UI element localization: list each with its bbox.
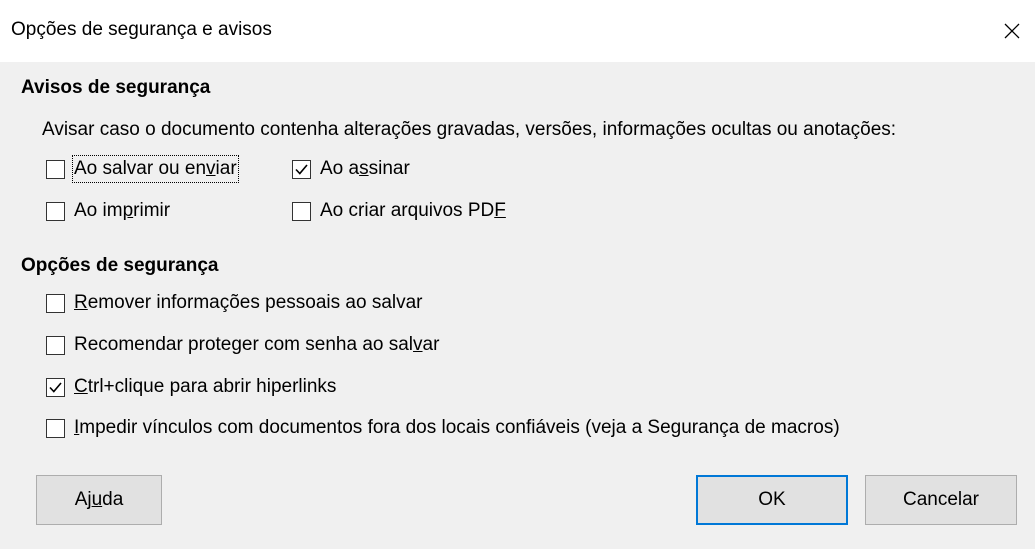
checkbox-recommend-password[interactable]: Recomendar proteger com senha ao salvar <box>46 332 439 358</box>
help-button[interactable]: Ajuda <box>36 475 162 525</box>
checkbox-box[interactable] <box>46 335 65 355</box>
checkbox-box[interactable] <box>46 201 65 221</box>
warnings-description: Avisar caso o documento contenha alteraç… <box>42 119 897 140</box>
checkbox-on-signing[interactable]: Ao assinar <box>292 156 410 182</box>
checkbox-label: Ao salvar ou enviar <box>72 155 239 183</box>
window-title: Opções de segurança e avisos <box>11 19 272 40</box>
checkbox-label: Ao criar arquivos PDF <box>320 200 506 221</box>
checkmark-icon <box>295 163 308 175</box>
checkbox-box[interactable] <box>292 159 311 179</box>
checkbox-label: Ctrl+clique para abrir hiperlinks <box>74 376 337 397</box>
checkbox-label: Impedir vínculos com documentos fora dos… <box>74 417 840 438</box>
security-options-dialog: Opções de segurança e avisos Avisos de s… <box>0 0 1035 549</box>
checkbox-on-save-or-send[interactable]: Ao salvar ou enviar <box>46 155 239 183</box>
ok-button-label: OK <box>758 489 786 510</box>
cancel-button[interactable]: Cancelar <box>865 475 1017 525</box>
checkbox-box[interactable] <box>292 201 311 221</box>
checkbox-box[interactable] <box>46 293 65 313</box>
checkbox-box[interactable] <box>46 159 65 179</box>
ok-button[interactable]: OK <box>696 475 848 525</box>
checkbox-block-untrusted-links[interactable]: Impedir vínculos com documentos fora dos… <box>46 415 840 441</box>
cancel-button-label: Cancelar <box>902 489 980 510</box>
security-warnings-heading: Avisos de segurança <box>21 77 211 98</box>
security-options-heading: Opções de segurança <box>21 255 219 276</box>
checkbox-remove-personal-info[interactable]: Remover informações pessoais ao salvar <box>46 290 423 316</box>
title-bar: Opções de segurança e avisos <box>0 0 1035 62</box>
checkbox-box[interactable] <box>46 377 65 397</box>
help-button-label: Ajuda <box>74 489 124 510</box>
checkbox-on-printing[interactable]: Ao imprimir <box>46 198 170 224</box>
checkbox-on-creating-pdf[interactable]: Ao criar arquivos PDF <box>292 198 506 224</box>
checkbox-label: Remover informações pessoais ao salvar <box>74 292 423 313</box>
checkmark-icon <box>49 381 62 393</box>
checkbox-label: Ao assinar <box>320 158 410 179</box>
checkbox-label: Recomendar proteger com senha ao salvar <box>74 334 440 355</box>
close-button[interactable] <box>989 0 1035 62</box>
checkbox-label: Ao imprimir <box>74 200 171 221</box>
close-icon <box>1004 23 1020 39</box>
checkbox-box[interactable] <box>46 418 65 438</box>
checkbox-ctrl-click-hyperlinks[interactable]: Ctrl+clique para abrir hiperlinks <box>46 374 336 400</box>
